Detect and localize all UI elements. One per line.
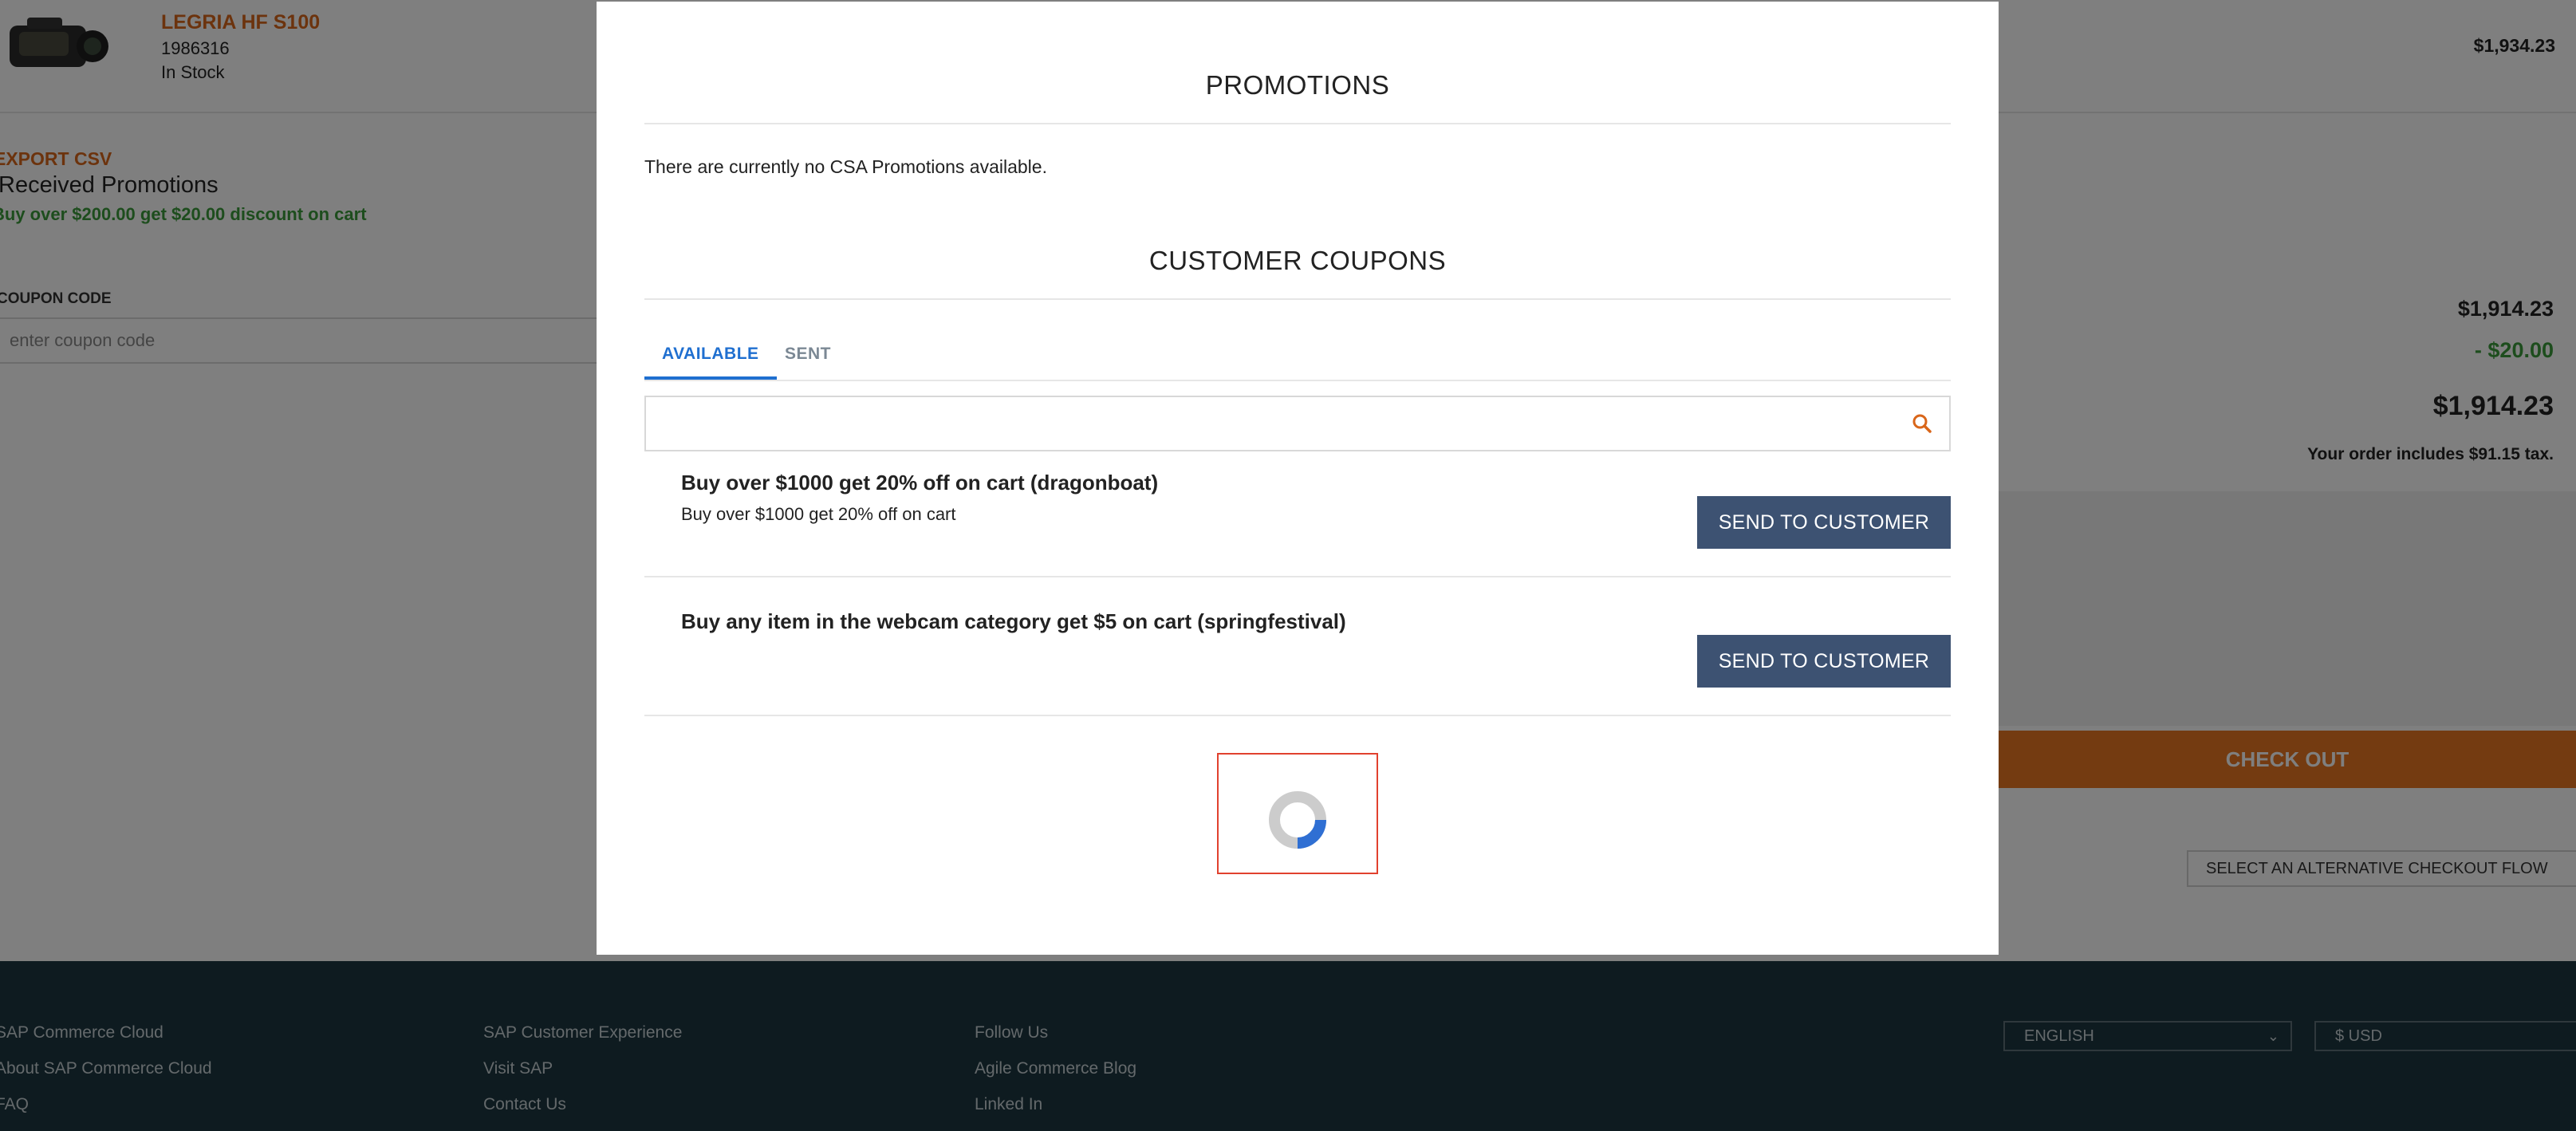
coupon-name: Buy over $1000 get 20% off on cart (drag…	[681, 471, 1159, 495]
tab-sent[interactable]: SENT	[767, 337, 849, 380]
tabs-divider	[644, 380, 1951, 381]
coupon-item: Buy over $1000 get 20% off on cart (drag…	[644, 439, 1951, 577]
loading-spinner-icon	[1269, 791, 1326, 849]
send-to-customer-button[interactable]: SEND TO CUSTOMER	[1697, 496, 1951, 549]
tab-available[interactable]: AVAILABLE	[644, 337, 777, 380]
coupon-item: Buy any item in the webcam category get …	[644, 577, 1951, 716]
customer-coupons-title: CUSTOMER COUPONS	[1148, 246, 1447, 275]
promotions-title: PROMOTIONS	[1205, 70, 1390, 100]
coupon-name: Buy any item in the webcam category get …	[681, 609, 1346, 633]
coupon-description: Buy over $1000 get 20% off on cart	[681, 504, 956, 524]
no-promotions-message: There are currently no CSA Promotions av…	[644, 156, 1047, 177]
search-icon	[1912, 414, 1932, 433]
send-to-customer-button[interactable]: SEND TO CUSTOMER	[1697, 635, 1951, 688]
divider	[644, 298, 1951, 300]
divider	[644, 123, 1951, 124]
promotions-modal: PROMOTIONS There are currently no CSA Pr…	[597, 2, 1999, 955]
loading-indicator	[1217, 753, 1378, 874]
